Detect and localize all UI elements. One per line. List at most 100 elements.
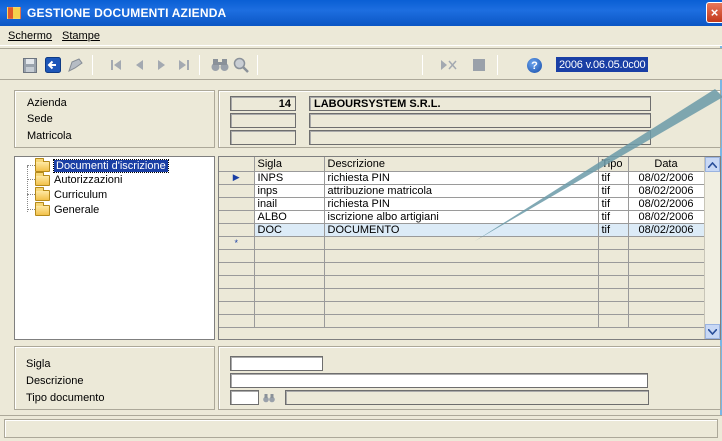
- save-icon[interactable]: [21, 56, 39, 74]
- cell-sigla[interactable]: DOC: [254, 223, 325, 237]
- cell-descrizione[interactable]: attribuzione matricola: [324, 184, 599, 198]
- azienda-code-field[interactable]: 14: [230, 96, 296, 111]
- toolbar: ? 2006 v.06.05.0c00: [0, 48, 722, 80]
- row-selector[interactable]: [219, 210, 255, 224]
- cell-data[interactable]: 08/02/2006: [628, 210, 705, 224]
- magnifier-icon[interactable]: [232, 56, 250, 74]
- tipo-documento-description-field: [285, 390, 649, 405]
- cell-data[interactable]: 08/02/2006: [628, 171, 705, 185]
- sede-code-field[interactable]: [230, 113, 296, 128]
- sede-name-field[interactable]: [309, 113, 651, 128]
- vertical-scrollbar[interactable]: [704, 157, 720, 339]
- toolbar-separator: [422, 55, 423, 75]
- cell-empty: [254, 262, 325, 276]
- row-selector[interactable]: [219, 223, 255, 237]
- tree-connector: [27, 165, 35, 166]
- cell-tipo[interactable]: tif: [598, 210, 629, 224]
- table-row[interactable]: inps attribuzione matricola tif 08/02/20…: [219, 184, 705, 198]
- cell-data[interactable]: 08/02/2006: [628, 184, 705, 198]
- cell-tipo[interactable]: tif: [598, 223, 629, 237]
- cell-empty: [598, 314, 629, 328]
- column-header-sigla[interactable]: Sigla: [254, 157, 325, 172]
- document-category-tree[interactable]: Documenti d'iscrizione Autorizzazioni Cu…: [14, 156, 215, 340]
- cell-tipo[interactable]: tif: [598, 171, 629, 185]
- close-button[interactable]: ×: [706, 2, 722, 23]
- scroll-up-icon[interactable]: [705, 157, 720, 172]
- cell-descrizione[interactable]: DOCUMENTO: [324, 223, 599, 237]
- cell-sigla[interactable]: inps: [254, 184, 325, 198]
- row-selector[interactable]: [219, 197, 255, 211]
- cell-empty: [219, 275, 255, 289]
- folder-icon: [35, 157, 50, 172]
- cell-tipo[interactable]: tif: [598, 197, 629, 211]
- cell-empty: [219, 288, 255, 302]
- sigla-input[interactable]: [230, 356, 323, 371]
- tree-item-label: Curriculum: [54, 189, 108, 201]
- current-row-marker[interactable]: ▶: [219, 171, 255, 185]
- binoculars-icon[interactable]: [211, 56, 229, 74]
- column-header-data[interactable]: Data: [628, 157, 705, 172]
- tree-item-generale[interactable]: Generale: [35, 201, 99, 217]
- cell-data[interactable]: 08/02/2006: [628, 223, 705, 237]
- descrizione-input[interactable]: [230, 373, 648, 388]
- cell-empty: [324, 275, 599, 289]
- menu-schermo-label: Schermo: [8, 29, 53, 42]
- scroll-down-icon[interactable]: [705, 324, 720, 339]
- matricola-name-field[interactable]: [309, 130, 651, 145]
- cell-empty: [324, 249, 599, 263]
- column-header-tipo[interactable]: Tipo: [598, 157, 629, 172]
- cell-empty[interactable]: [324, 236, 599, 250]
- menu-stampe[interactable]: Stampe: [62, 30, 100, 42]
- cell-descrizione[interactable]: richiesta PIN: [324, 171, 599, 185]
- empty-row: [219, 249, 705, 263]
- documents-grid[interactable]: Sigla Descrizione Tipo Data ▶ INPS richi…: [218, 156, 721, 340]
- tree-item-documenti-iscrizione[interactable]: Documenti d'iscrizione: [35, 157, 169, 173]
- new-record-row[interactable]: *: [219, 236, 705, 250]
- detail-labels-panel: Sigla Descrizione Tipo documento: [14, 346, 215, 410]
- empty-row: [219, 275, 705, 289]
- cell-empty: [219, 249, 255, 263]
- tree-item-autorizzazioni[interactable]: Autorizzazioni: [35, 171, 122, 187]
- binoculars-icon[interactable]: [263, 393, 275, 403]
- prev-record-icon[interactable]: [131, 56, 149, 74]
- cell-sigla[interactable]: inail: [254, 197, 325, 211]
- cell-sigla[interactable]: INPS: [254, 171, 325, 185]
- cell-empty: [628, 262, 705, 276]
- cell-empty: [598, 301, 629, 315]
- delete-record-icon[interactable]: [440, 56, 458, 74]
- cell-descrizione[interactable]: iscrizione albo artigiani: [324, 210, 599, 224]
- last-record-icon[interactable]: [175, 56, 193, 74]
- cell-empty[interactable]: [598, 236, 629, 250]
- table-row[interactable]: ALBO iscrizione albo artigiani tif 08/02…: [219, 210, 705, 224]
- row-selector[interactable]: [219, 184, 255, 198]
- documents-table: Sigla Descrizione Tipo Data ▶ INPS richi…: [219, 157, 705, 328]
- edit-icon[interactable]: [66, 56, 84, 74]
- help-icon[interactable]: ?: [527, 58, 542, 73]
- cell-empty: [254, 314, 325, 328]
- next-record-icon[interactable]: [152, 56, 170, 74]
- title-bar[interactable]: GESTIONE DOCUMENTI AZIENDA ×: [0, 0, 722, 26]
- cell-descrizione[interactable]: richiesta PIN: [324, 197, 599, 211]
- cell-empty: [324, 301, 599, 315]
- matricola-code-field[interactable]: [230, 130, 296, 145]
- cell-empty[interactable]: [254, 236, 325, 250]
- table-row[interactable]: DOC DOCUMENTO tif 08/02/2006: [219, 223, 705, 237]
- cell-sigla[interactable]: ALBO: [254, 210, 325, 224]
- column-header-descrizione[interactable]: Descrizione: [324, 157, 599, 172]
- cell-data[interactable]: 08/02/2006: [628, 197, 705, 211]
- table-row[interactable]: inail richiesta PIN tif 08/02/2006: [219, 197, 705, 211]
- back-icon[interactable]: [44, 56, 62, 74]
- tipo-documento-input[interactable]: [230, 390, 259, 405]
- stop-icon[interactable]: [470, 56, 488, 74]
- tree-item-curriculum[interactable]: Curriculum: [35, 186, 108, 202]
- window-title: GESTIONE DOCUMENTI AZIENDA: [27, 6, 227, 20]
- azienda-name-field[interactable]: LABOURSYSTEM S.R.L.: [309, 96, 651, 111]
- first-record-icon[interactable]: [107, 56, 125, 74]
- menu-schermo[interactable]: Schermo: [8, 30, 52, 42]
- table-row[interactable]: ▶ INPS richiesta PIN tif 08/02/2006: [219, 171, 705, 185]
- folder-icon: [35, 186, 50, 201]
- cell-tipo[interactable]: tif: [598, 184, 629, 198]
- cell-empty[interactable]: [628, 236, 705, 250]
- new-row-marker[interactable]: *: [219, 236, 255, 250]
- tipo-documento-label: Tipo documento: [26, 392, 105, 404]
